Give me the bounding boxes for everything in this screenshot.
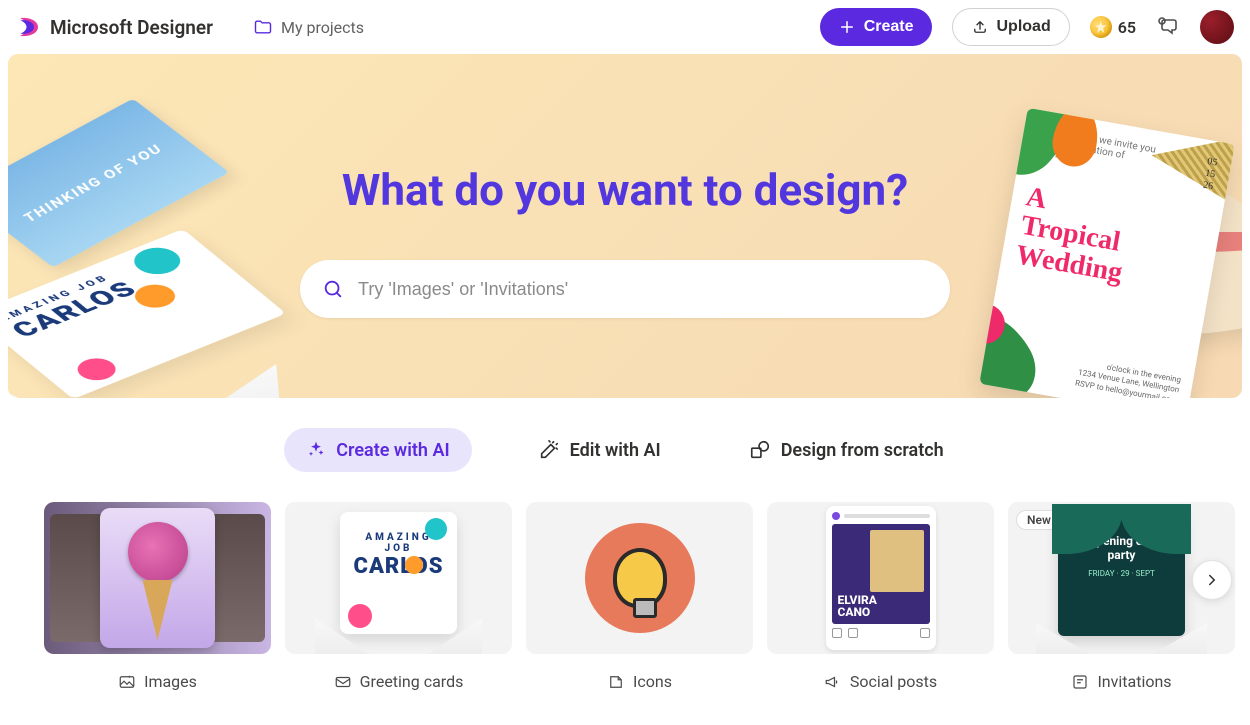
coin-count: 65 <box>1118 18 1136 37</box>
search-input[interactable] <box>358 279 928 300</box>
plus-icon <box>838 18 856 36</box>
hero-art-wedding-card: 05 15 26 with pleasure we invite you to … <box>979 108 1234 398</box>
app-logo-block[interactable]: Microsoft Designer <box>16 15 213 39</box>
hero-title: What do you want to design? <box>342 164 908 216</box>
coin-icon <box>1090 16 1112 38</box>
category-thumb: AMAZING JOB CARLOS <box>285 502 512 654</box>
create-button[interactable]: Create <box>820 8 932 46</box>
category-label: Social posts <box>850 672 937 691</box>
category-label: Invitations <box>1097 672 1171 691</box>
category-carousel: Images AMAZING JOB CARLOS Greeting cards <box>0 502 1250 691</box>
wand-icon <box>538 439 560 461</box>
mode-design-from-scratch[interactable]: Design from scratch <box>727 428 966 472</box>
mode-label: Design from scratch <box>781 440 944 461</box>
upload-icon <box>971 18 989 36</box>
create-label: Create <box>864 18 914 36</box>
chevron-right-icon <box>1203 571 1221 589</box>
mode-label: Edit with AI <box>570 440 661 461</box>
mode-edit-with-ai[interactable]: Edit with AI <box>516 428 683 472</box>
carousel-next-button[interactable] <box>1192 560 1232 600</box>
user-avatar[interactable] <box>1200 10 1234 44</box>
designer-logo-icon <box>16 15 40 39</box>
category-card-greeting-cards[interactable]: AMAZING JOB CARLOS Greeting cards <box>285 502 512 691</box>
app-name: Microsoft Designer <box>50 16 213 39</box>
sticker-icon <box>607 673 625 691</box>
feedback-icon[interactable] <box>1156 15 1180 39</box>
shapes-icon <box>749 439 771 461</box>
sparkle-icon <box>306 440 326 460</box>
upload-button[interactable]: Upload <box>952 8 1070 46</box>
folder-icon <box>253 17 273 37</box>
top-header: Microsoft Designer My projects Create Up… <box>0 0 1250 54</box>
image-icon <box>118 673 136 691</box>
category-card-images[interactable]: Images <box>44 502 271 691</box>
category-label: Images <box>144 672 197 691</box>
hero-banner: THINKING OF YOU AMAZING JOB CARLOS 05 15… <box>8 54 1242 398</box>
upload-label: Upload <box>997 18 1051 36</box>
hero-art-skywriting-text: THINKING OF YOU <box>19 142 167 225</box>
mode-tabs: Create with AI Edit with AI Design from … <box>0 428 1250 472</box>
credits-display[interactable]: 65 <box>1090 16 1136 38</box>
my-projects-label: My projects <box>281 18 364 37</box>
category-card-icons[interactable]: Icons <box>526 502 753 691</box>
category-card-social-posts[interactable]: ELVIRA CANO Social posts <box>767 502 994 691</box>
mode-label: Create with AI <box>336 440 449 461</box>
megaphone-icon <box>824 673 842 691</box>
search-icon <box>322 278 344 300</box>
search-bar[interactable] <box>300 260 950 318</box>
my-projects-link[interactable]: My projects <box>253 17 364 37</box>
envelope-icon <box>334 673 352 691</box>
card-icon <box>1071 673 1089 691</box>
mode-create-with-ai[interactable]: Create with AI <box>284 428 471 472</box>
category-label: Icons <box>633 672 672 691</box>
category-label: Greeting cards <box>360 672 464 691</box>
category-thumb: ELVIRA CANO <box>767 502 994 654</box>
category-thumb <box>526 502 753 654</box>
category-thumb <box>44 502 271 654</box>
